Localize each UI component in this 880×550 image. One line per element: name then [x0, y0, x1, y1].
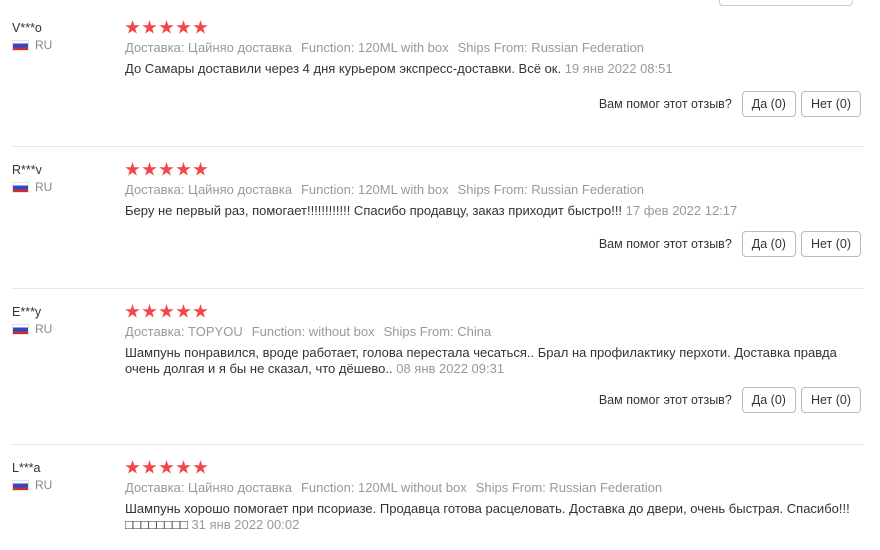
star-icon [125, 162, 140, 176]
review-meta: Доставка: TOPYOU Function: without box Shi… [125, 324, 861, 340]
author-name: L***a [12, 461, 41, 475]
star-icon [193, 304, 208, 318]
function-info: Function: 120ML with box [300, 182, 449, 197]
review-author: E***y RU [12, 304, 52, 336]
helpful-section: Вам помог этот отзыв? Да (0) Нет (0) [599, 387, 861, 413]
star-icon [125, 460, 140, 474]
delivery-info: Доставка: Цайняо доставка [125, 182, 292, 197]
review-text-content: Беру не первый раз, помогает!!!!!!!!!!!!… [125, 203, 623, 218]
review-divider [12, 146, 863, 147]
review-date: 19 янв 2022 08:51 [564, 61, 673, 76]
russia-flag-icon [12, 479, 29, 491]
review-text-content: До Самары доставили через 4 дня курьером… [125, 61, 562, 76]
star-rating [125, 20, 861, 36]
helpful-no-button[interactable]: Нет (0) [800, 231, 861, 257]
russia-flag-icon [12, 181, 29, 193]
helpful-yes-button[interactable]: Да (0) [741, 231, 796, 257]
star-icon [142, 304, 157, 318]
russia-flag-icon [12, 39, 29, 51]
helpful-yes-button[interactable]: Да (0) [741, 91, 796, 117]
review-divider [12, 444, 863, 445]
review-date: 31 янв 2022 00:02 [191, 516, 300, 532]
review-meta: Доставка: Цайняо доставка Function: 120ML… [125, 40, 861, 56]
helpful-prompt: Вам помог этот отзыв? [598, 237, 732, 251]
star-icon [176, 20, 191, 34]
star-icon [125, 20, 140, 34]
country-code: RU [35, 322, 53, 336]
star-icon [142, 20, 157, 34]
ships-from-info: Ships From: China [383, 324, 492, 339]
helpful-prompt: Вам помог этот отзыв? [598, 97, 732, 111]
delivery-info: Доставка: TOPYOU [125, 324, 243, 339]
author-name: R***v [12, 163, 42, 177]
author-name: V***o [12, 21, 42, 35]
country-code: RU [35, 478, 53, 492]
review-divider [12, 288, 863, 289]
delivery-info: Доставка: Цайняо доставка [125, 480, 292, 495]
star-icon [159, 20, 174, 34]
star-rating [125, 162, 861, 178]
star-rating [125, 304, 861, 320]
function-info: Function: without box [251, 324, 375, 339]
star-icon [159, 304, 174, 318]
review-text: Беру не первый раз, помогает!!!!!!!!!!!!… [125, 203, 861, 219]
function-info: Function: 120ML with box [300, 40, 449, 55]
star-icon [176, 304, 191, 318]
review-author: V***o RU [12, 20, 52, 52]
ships-from-info: Ships From: Russian Federation [457, 40, 645, 55]
review-author: L***a RU [12, 460, 52, 492]
star-icon [142, 162, 157, 176]
russia-flag-icon [12, 323, 29, 335]
helpful-section: Вам помог этот отзыв? Да (0) Нет (0) [599, 91, 861, 117]
star-icon [125, 304, 140, 318]
sort-dropdown[interactable] [719, 0, 853, 6]
star-icon [176, 460, 191, 474]
review-text: Шампунь понравился, вроде работает, голо… [125, 345, 861, 376]
helpful-yes-button[interactable]: Да (0) [741, 387, 796, 413]
star-icon [193, 20, 208, 34]
delivery-info: Доставка: Цайняо доставка [125, 40, 292, 55]
country-code: RU [35, 38, 53, 52]
author-name: E***y [12, 305, 42, 319]
ships-from-info: Ships From: Russian Federation [475, 480, 663, 495]
country-code: RU [35, 180, 53, 194]
helpful-no-button[interactable]: Нет (0) [800, 91, 861, 117]
review-meta: Доставка: Цайняо доставка Function: 120ML… [125, 480, 861, 496]
star-icon [193, 460, 208, 474]
star-rating [125, 460, 861, 476]
review-text: Шампунь хорошо помогает при псориазе. Пр… [125, 501, 861, 532]
helpful-prompt: Вам помог этот отзыв? [598, 393, 732, 407]
star-icon [159, 162, 174, 176]
helpful-section: Вам помог этот отзыв? Да (0) Нет (0) [599, 231, 861, 257]
star-icon [176, 162, 191, 176]
review-date: 08 янв 2022 09:31 [396, 360, 505, 376]
review-author: R***v RU [12, 162, 52, 194]
review-date: 17 фев 2022 12:17 [625, 203, 738, 218]
function-info: Function: 120ML without box [300, 480, 467, 495]
star-icon [159, 460, 174, 474]
star-icon [193, 162, 208, 176]
review-meta: Доставка: Цайняо доставка Function: 120ML… [125, 182, 861, 198]
helpful-no-button[interactable]: Нет (0) [800, 387, 861, 413]
star-icon [142, 460, 157, 474]
ships-from-info: Ships From: Russian Federation [457, 182, 645, 197]
review-text: До Самары доставили через 4 дня курьером… [125, 61, 861, 77]
